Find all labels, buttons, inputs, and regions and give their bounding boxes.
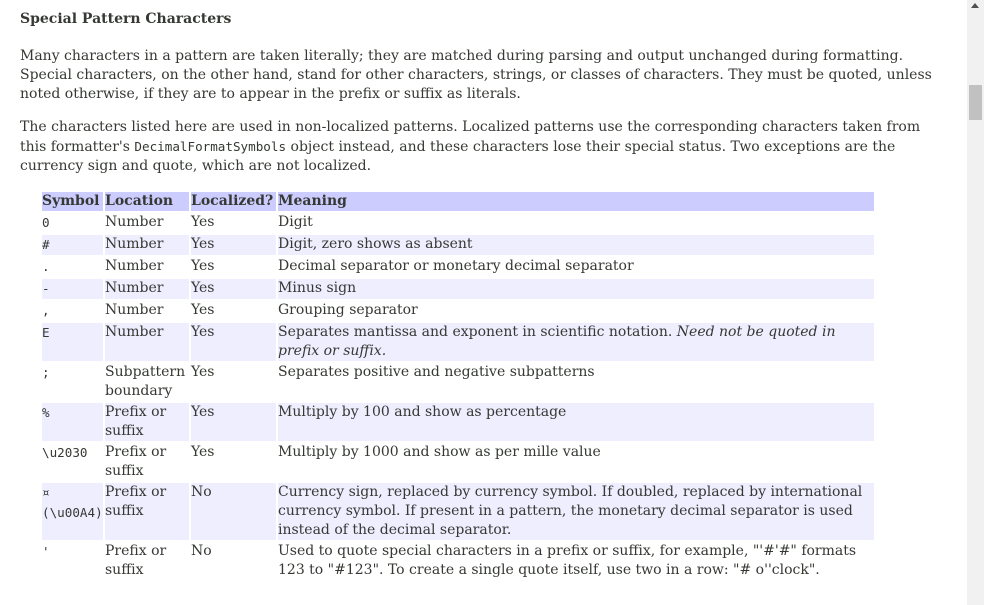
location-cell: Prefix or suffix: [105, 542, 191, 580]
table-body: 0 Number Yes Digit # Number Yes Digit, zero sho…: [42, 213, 874, 580]
header-meaning: Meaning: [278, 192, 874, 211]
location-cell: Prefix or suffix: [105, 403, 191, 441]
table-row: ' Prefix or suffix No Used to quote special…: [42, 542, 874, 580]
meaning-cell: Currency sign, replaced by currency symb…: [278, 483, 874, 540]
table-row: , Number Yes Grouping separator: [42, 301, 874, 321]
header-symbol: Symbol: [42, 192, 105, 211]
meaning-text: Digit, zero shows as absent: [278, 236, 473, 252]
meaning-text: Minus sign: [278, 280, 357, 296]
meaning-text: Multiply by 1000 and show as per mille v…: [278, 444, 601, 460]
table-row: % Prefix or suffix Yes Multiply by 100 and …: [42, 403, 874, 441]
doc-content: Special Pattern Characters Many characte…: [20, 0, 940, 176]
table-row: E Number Yes Separates mantissa and exponen…: [42, 323, 874, 361]
table-row: 0 Number Yes Digit: [42, 213, 874, 233]
location-cell: Subpattern boundary: [105, 363, 191, 401]
meaning-cell: Digit, zero shows as absent: [278, 235, 874, 255]
localized-cell: Yes: [191, 257, 278, 277]
location-cell: Number: [105, 235, 191, 255]
localized-cell: Yes: [191, 403, 278, 441]
symbol-cell: %: [42, 405, 50, 420]
symbol-cell: -: [42, 281, 50, 296]
pattern-characters-table: Symbol Location Localized? Meaning 0 Numb…: [42, 190, 874, 582]
symbol-cell: .: [42, 259, 50, 274]
location-cell: Number: [105, 257, 191, 277]
symbol-cell: ¤ (\u00A4): [42, 485, 103, 520]
meaning-text: Multiply by 100 and show as percentage: [278, 404, 567, 420]
scrollbar-thumb[interactable]: [969, 85, 982, 120]
decimalformatsymbols-code: DecimalFormatSymbols: [134, 139, 287, 154]
header-location: Location: [105, 192, 191, 211]
meaning-cell: Minus sign: [278, 279, 874, 299]
meaning-text: Grouping separator: [278, 302, 418, 318]
intro-paragraph: Many characters in a pattern are taken l…: [20, 48, 932, 102]
meaning-text: Digit: [278, 214, 313, 230]
localization-paragraph: The characters listed here are used in n…: [20, 118, 940, 176]
meaning-cell: Grouping separator: [278, 301, 874, 321]
scroll-up-arrow-icon[interactable]: [971, 3, 979, 8]
meaning-text: Separates positive and negative subpatte…: [278, 364, 595, 380]
meaning-text: Separates mantissa and exponent in scien…: [278, 324, 677, 340]
symbol-cell: ,: [42, 303, 50, 318]
localized-cell: No: [191, 542, 278, 580]
table-row: \u2030 Prefix or suffix Yes Multiply by 100…: [42, 443, 874, 481]
meaning-cell: Multiply by 1000 and show as per mille v…: [278, 443, 874, 481]
symbol-cell: ': [42, 544, 50, 559]
meaning-cell: Multiply by 100 and show as percentage: [278, 403, 874, 441]
symbol-cell: #: [42, 237, 50, 252]
table-row: ¤ (\u00A4) Prefix or suffix No Currency sig…: [42, 483, 874, 540]
vertical-scrollbar[interactable]: [967, 0, 984, 605]
table-header-row: Symbol Location Localized? Meaning: [42, 192, 874, 211]
location-cell: Number: [105, 279, 191, 299]
localized-cell: No: [191, 483, 278, 540]
location-cell: Number: [105, 323, 191, 361]
header-localized: Localized?: [191, 192, 278, 211]
meaning-cell: Digit: [278, 213, 874, 233]
meaning-cell: Decimal separator or monetary decimal se…: [278, 257, 874, 277]
meaning-text: Decimal separator or monetary decimal se…: [278, 258, 634, 274]
location-cell: Number: [105, 301, 191, 321]
symbol-cell: ;: [42, 365, 50, 380]
location-cell: Prefix or suffix: [105, 443, 191, 481]
localized-cell: Yes: [191, 363, 278, 401]
localized-cell: Yes: [191, 279, 278, 299]
table-row: . Number Yes Decimal separator or monetary …: [42, 257, 874, 277]
section-heading: Special Pattern Characters: [20, 11, 232, 27]
symbol-cell: E: [42, 325, 50, 340]
localized-cell: Yes: [191, 235, 278, 255]
symbol-cell: \u2030: [42, 445, 88, 460]
table-row: # Number Yes Digit, zero shows as absent: [42, 235, 874, 255]
location-cell: Number: [105, 213, 191, 233]
table-row: ; Subpattern boundary Yes Separates positiv…: [42, 363, 874, 401]
localized-cell: Yes: [191, 323, 278, 361]
meaning-cell: Separates mantissa and exponent in scien…: [278, 323, 874, 361]
localized-cell: Yes: [191, 443, 278, 481]
location-cell: Prefix or suffix: [105, 483, 191, 540]
meaning-text: Used to quote special characters in a pr…: [278, 543, 857, 578]
table-row: - Number Yes Minus sign: [42, 279, 874, 299]
meaning-cell: Used to quote special characters in a pr…: [278, 542, 874, 580]
meaning-text: Currency sign, replaced by currency symb…: [278, 484, 863, 538]
localized-cell: Yes: [191, 301, 278, 321]
meaning-cell: Separates positive and negative subpatte…: [278, 363, 874, 401]
symbol-cell: 0: [42, 215, 50, 230]
localized-cell: Yes: [191, 213, 278, 233]
